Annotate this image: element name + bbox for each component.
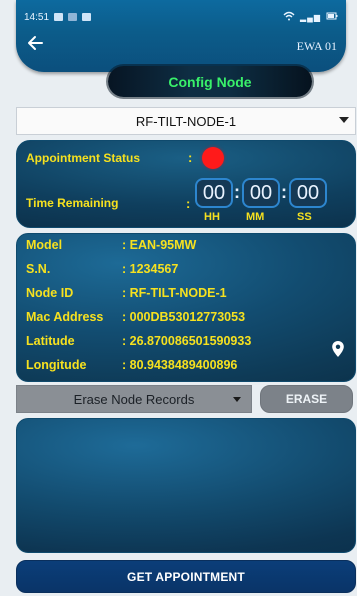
image-icon (68, 13, 78, 21)
status-bar: 14:51 ▂▄▆ (16, 6, 346, 28)
page-title: Config Node (168, 73, 252, 90)
get-appointment-button[interactable]: GET APPOINTMENT (16, 560, 356, 593)
info-value: : RF-TILT-NODE-1 (122, 286, 227, 300)
back-arrow-icon[interactable] (26, 35, 46, 53)
erase-select-label: Erase Node Records (73, 391, 195, 407)
info-key: Longitude (26, 358, 87, 372)
info-row-longitude: Longitude : 80.9438489400896 (26, 358, 237, 376)
hours-unit-label: HH (204, 211, 220, 223)
node-select-value: RF-TILT-NODE-1 (135, 113, 237, 129)
chevron-down-icon (339, 117, 349, 123)
wifi-icon (283, 11, 295, 24)
message-icon (82, 13, 92, 21)
node-select[interactable]: RF-TILT-NODE-1 (16, 107, 356, 135)
info-key: Mac Address (26, 310, 104, 324)
info-key: Node ID (26, 286, 74, 300)
title-pill: Config Node (108, 66, 312, 97)
minutes-unit-label: MM (246, 211, 265, 223)
appointment-status-label: Appointment Status (26, 151, 140, 165)
erase-button[interactable]: ERASE (260, 385, 353, 413)
seconds-box: 00 (289, 178, 327, 208)
info-value: : 1234567 (122, 262, 179, 276)
info-value: : EAN-95MW (122, 238, 197, 252)
status-time: 14:51 (24, 11, 50, 23)
info-row-sn: S.N. : 1234567 (26, 262, 178, 280)
erase-node-records-select[interactable]: Erase Node Records (16, 385, 252, 413)
info-row-latitude: Latitude : 26.870086501590933 (26, 334, 251, 352)
appointment-status-colon: : (188, 150, 193, 165)
minutes-box: 00 (242, 178, 280, 208)
info-row-mac: Mac Address : 000DB53012773053 (26, 310, 245, 328)
info-row-model: Model : EAN-95MW (26, 238, 196, 256)
status-right: ▂▄▆ (283, 11, 338, 24)
status-left: 14:51 (24, 11, 92, 23)
chevron-down-icon (233, 397, 241, 402)
output-panel (16, 418, 356, 553)
header-right-label: EWA 01 (296, 39, 337, 53)
info-key: Latitude (26, 334, 75, 348)
time-separator: : (281, 182, 287, 202)
time-remaining-colon: : (186, 196, 191, 211)
signal-icon: ▂▄▆ (300, 12, 321, 22)
hours-box: 00 (195, 178, 233, 208)
time-remaining-label: Time Remaining (26, 196, 119, 210)
info-key: Model (26, 238, 63, 252)
info-value: : 80.9438489400896 (122, 358, 238, 372)
gallery-icon (54, 13, 64, 21)
time-separator: : (234, 182, 240, 202)
info-row-node-id: Node ID : RF-TILT-NODE-1 (26, 286, 227, 304)
info-value: : 26.870086501590933 (122, 334, 252, 348)
status-indicator-dot (202, 147, 224, 169)
seconds-unit-label: SS (297, 211, 312, 223)
battery-icon (326, 11, 338, 24)
info-value: : 000DB53012773053 (122, 310, 246, 324)
info-key: S.N. (26, 262, 51, 276)
location-pin-icon[interactable] (331, 340, 345, 358)
